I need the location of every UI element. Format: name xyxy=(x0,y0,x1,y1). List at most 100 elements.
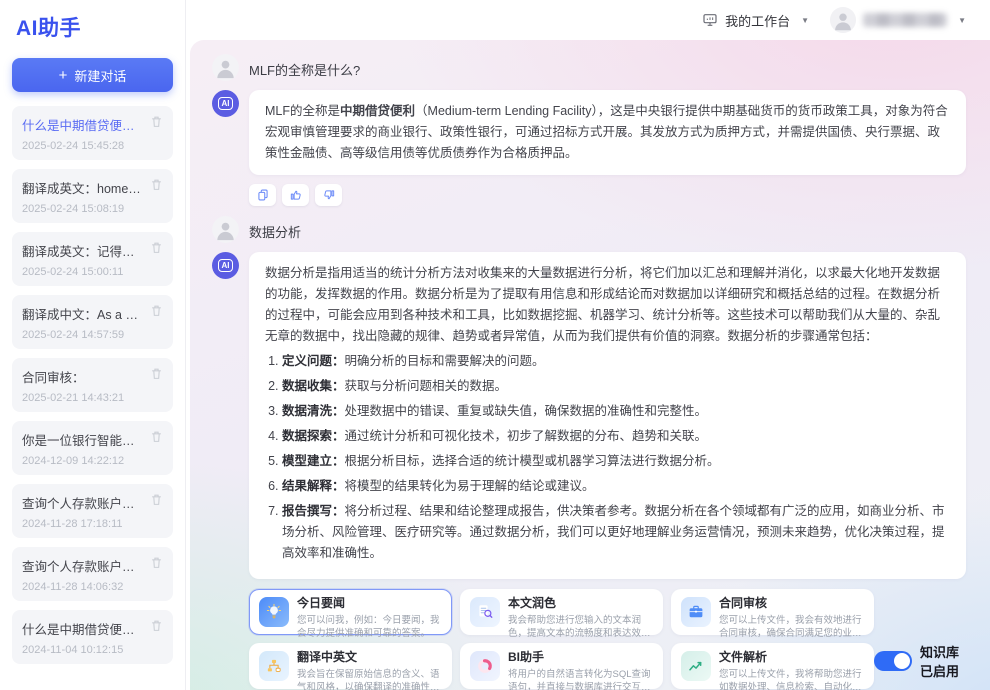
conversation-time: 2024-12-09 14:22:12 xyxy=(22,455,163,467)
conversation-item[interactable]: 翻译成英文：记得刚开始... 2025-02-24 15:00:11 xyxy=(12,232,173,286)
ai-badge-icon: AI xyxy=(218,97,233,111)
user-avatar xyxy=(212,216,239,243)
conversation-item[interactable]: 什么是中期借贷便利... 2025-02-24 15:45:28 xyxy=(12,106,173,160)
conversation-time: 2024-11-28 14:06:32 xyxy=(22,581,163,593)
conversation-item[interactable]: 合同审核： 2025-02-21 14:43:21 xyxy=(12,358,173,412)
step-term: 数据探索： xyxy=(282,429,345,443)
workspace-label[interactable]: 我的工作台 xyxy=(725,11,790,30)
quick-action-contract-review[interactable]: 合同审核 您可以上传文件，我会有效地进行合同审核，确保合同满足您的业务需求。 xyxy=(671,589,874,635)
knowledge-toggle-row: 知识库已启用 xyxy=(874,642,966,680)
trash-icon[interactable] xyxy=(150,430,163,448)
new-chat-label: 新建对话 xyxy=(74,66,126,85)
conversation-title: 合同审核： xyxy=(22,367,85,386)
chevron-down-icon[interactable]: ▼ xyxy=(801,16,809,25)
thumbs-up-button[interactable] xyxy=(282,184,309,206)
step-desc: 明确分析的目标和需要解决的问题。 xyxy=(345,354,545,368)
quick-action-bi-assistant[interactable]: BI助手 将用户的自然语言转化为SQL查询语句，并直接与数据库进行交互，返回智能… xyxy=(460,643,663,689)
sitemap-icon xyxy=(259,651,289,681)
step-term: 数据清洗： xyxy=(282,404,345,418)
conversation-title: 翻译成英文：home home xyxy=(22,178,142,197)
plus-icon: + xyxy=(59,67,68,84)
conversation-time: 2025-02-24 15:45:28 xyxy=(22,140,163,152)
answer-intro: 数据分析是指用适当的统计分析方法对收集来的大量数据进行分析，将它们加以汇总和理解… xyxy=(265,263,950,347)
toggle-knob xyxy=(894,653,910,669)
conversation-title: 查询个人存款账户的最新... xyxy=(22,493,142,512)
donut-chart-icon xyxy=(470,651,500,681)
quick-actions-area: 今日要闻 您可以问我，例如：今日要闻，我会尽力提供准确和可靠的答案。 本文润色 … xyxy=(249,589,966,689)
conversation-item[interactable]: 你是一位银行智能客服，... 2024-12-09 14:22:12 xyxy=(12,421,173,475)
conversation-item[interactable]: 查询个人存款账户的最新... 2024-11-28 14:06:32 xyxy=(12,547,173,601)
conversation-time: 2024-11-04 10:12:15 xyxy=(22,644,163,656)
step-desc: 处理数据中的错误、重复或缺失值，确保数据的准确性和完整性。 xyxy=(345,404,708,418)
card-desc: 您可以上传文件，我会有效地进行合同审核，确保合同满足您的业务需求。 xyxy=(719,614,864,641)
conversation-title: 什么是中期借贷便利... xyxy=(22,619,142,638)
conversation-item[interactable]: 什么是中期借贷便利... 2024-11-04 10:12:15 xyxy=(12,610,173,664)
sidebar: AI助手 + 新建对话 什么是中期借贷便利... 2025-02-24 15:4… xyxy=(0,0,186,690)
card-title: 本文润色 xyxy=(508,596,653,612)
card-desc: 我会旨在保留原始信息的含义、语气和风格，以确保翻译的准确性和自然流畅。 xyxy=(297,668,442,690)
conversation-title: 翻译成英文：记得刚开始... xyxy=(22,241,142,260)
step-desc: 获取与分析问题相关的数据。 xyxy=(345,379,508,393)
conversation-item[interactable]: 查询个人存款账户的最新... 2024-11-28 17:18:11 xyxy=(12,484,173,538)
app-logo: AI助手 xyxy=(16,12,169,42)
doc-search-icon xyxy=(470,597,500,627)
trash-icon[interactable] xyxy=(150,619,163,637)
user-message-row: 数据分析 xyxy=(212,216,966,243)
quick-action-text-polish[interactable]: 本文润色 我会帮助您进行您输入的文本润色，提高文本的流畅度和表达效果。 xyxy=(460,589,663,635)
quick-action-file-parse[interactable]: 文件解析 您可以上传文件，我将帮助您进行如数据处理、信息检索、自动化办公等。 xyxy=(671,643,874,689)
answer-text: MLF的全称是 xyxy=(265,104,340,118)
analysis-step: 结果解释：将模型的结果转化为易于理解的结论或建议。 xyxy=(282,476,950,497)
conversation-title: 什么是中期借贷便利... xyxy=(22,115,142,134)
ai-answer-bubble: 数据分析是指用适当的统计分析方法对收集来的大量数据进行分析，将它们加以汇总和理解… xyxy=(249,252,966,579)
trash-icon[interactable] xyxy=(150,304,163,322)
thumbs-down-button[interactable] xyxy=(315,184,342,206)
ai-message-row: AI MLF的全称是中期借贷便利（Medium-term Lending Fac… xyxy=(212,90,966,175)
chat-panel: MLF的全称是什么? AI MLF的全称是中期借贷便利（Medium-term … xyxy=(190,40,990,690)
conversation-time: 2025-02-24 14:57:59 xyxy=(22,329,163,341)
analysis-step: 报告撰写：将分析过程、结果和结论整理成报告，供决策者参考。数据分析在各个领域都有… xyxy=(282,501,950,564)
conversation-title: 你是一位银行智能客服，... xyxy=(22,430,142,449)
ai-badge-icon: AI xyxy=(218,259,233,273)
step-desc: 根据分析目标，选择合适的统计模型或机器学习算法进行数据分析。 xyxy=(345,454,720,468)
analysis-step: 定义问题：明确分析的目标和需要解决的问题。 xyxy=(282,351,950,372)
ai-avatar: AI xyxy=(212,252,239,279)
trash-icon[interactable] xyxy=(150,556,163,574)
analysis-step: 数据清洗：处理数据中的错误、重复或缺失值，确保数据的准确性和完整性。 xyxy=(282,401,950,422)
step-term: 定义问题： xyxy=(282,354,345,368)
briefcase-icon xyxy=(681,597,711,627)
new-chat-button[interactable]: + 新建对话 xyxy=(12,58,173,92)
chevron-down-icon[interactable]: ▼ xyxy=(958,16,966,25)
conversation-time: 2025-02-24 15:00:11 xyxy=(22,266,163,278)
knowledge-toggle-label: 知识库已启用 xyxy=(920,642,966,680)
quick-actions-grid: 今日要闻 您可以问我，例如：今日要闻，我会尽力提供准确和可靠的答案。 本文润色 … xyxy=(249,589,874,689)
user-message-row: MLF的全称是什么? xyxy=(212,54,966,81)
conversation-item[interactable]: 翻译成英文：home home 2025-02-24 15:08:19 xyxy=(12,169,173,223)
trend-up-icon xyxy=(681,651,711,681)
trash-icon[interactable] xyxy=(150,115,163,133)
card-title: 文件解析 xyxy=(719,650,864,666)
user-question: MLF的全称是什么? xyxy=(249,54,360,79)
conversation-time: 2025-02-21 14:43:21 xyxy=(22,392,163,404)
quick-action-today-news[interactable]: 今日要闻 您可以问我，例如：今日要闻，我会尽力提供准确和可靠的答案。 xyxy=(249,589,452,635)
trash-icon[interactable] xyxy=(150,241,163,259)
trash-icon[interactable] xyxy=(150,367,163,385)
card-title: 今日要闻 xyxy=(297,596,442,612)
trash-icon[interactable] xyxy=(150,493,163,511)
card-desc: 您可以上传文件，我将帮助您进行如数据处理、信息检索、自动化办公等。 xyxy=(719,668,864,690)
workspace-monitor-icon xyxy=(702,12,718,28)
conversation-item[interactable]: 翻译成中文：As a reader... 2025-02-24 14:57:59 xyxy=(12,295,173,349)
conversation-list: 什么是中期借贷便利... 2025-02-24 15:45:28 翻译成英文：h… xyxy=(12,106,173,664)
step-desc: 将模型的结果转化为易于理解的结论或建议。 xyxy=(345,479,595,493)
copy-button[interactable] xyxy=(249,184,276,206)
step-term: 结果解释： xyxy=(282,479,345,493)
card-title: 翻译中英文 xyxy=(297,650,442,666)
answer-bold-term: 中期借贷便利 xyxy=(340,104,415,118)
conversation-title: 翻译成中文：As a reader... xyxy=(22,304,142,323)
user-avatar[interactable] xyxy=(830,7,856,33)
trash-icon[interactable] xyxy=(150,178,163,196)
analysis-step: 数据探索：通过统计分析和可视化技术，初步了解数据的分布、趋势和关联。 xyxy=(282,426,950,447)
step-desc: 通过统计分析和可视化技术，初步了解数据的分布、趋势和关联。 xyxy=(345,429,708,443)
knowledge-base-toggle[interactable] xyxy=(874,651,912,671)
card-title: BI助手 xyxy=(508,650,653,666)
quick-action-translate[interactable]: 翻译中英文 我会旨在保留原始信息的含义、语气和风格，以确保翻译的准确性和自然流畅… xyxy=(249,643,452,689)
